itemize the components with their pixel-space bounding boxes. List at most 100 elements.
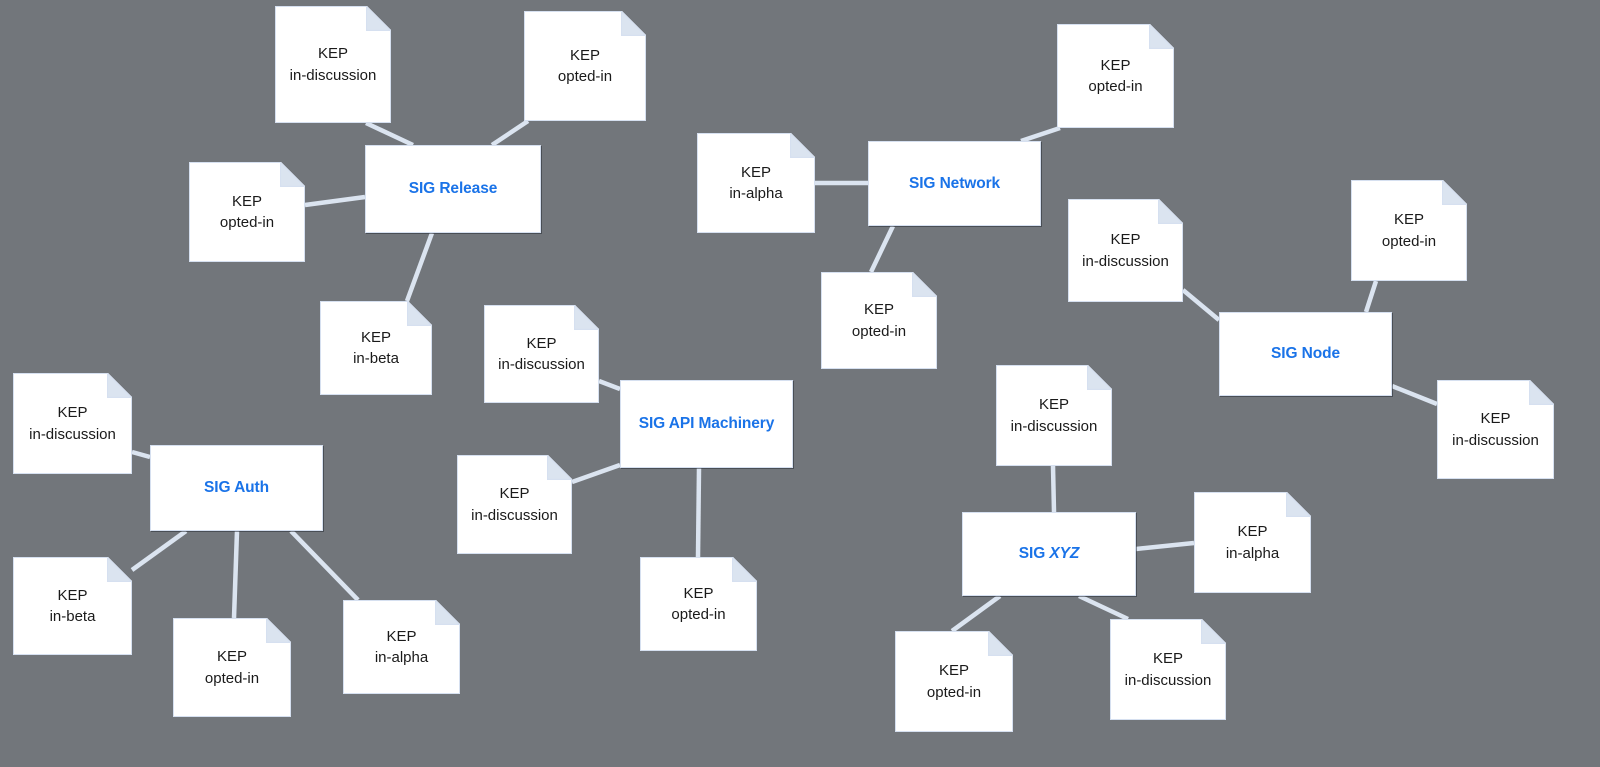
kep-document-node[interactable]: KEP opted-in [821, 272, 937, 369]
edge-sig-release-to-kep-r1 [365, 120, 414, 148]
kep-node-title: KEP [863, 301, 894, 319]
edge-sig-auth-to-kep-a2 [130, 529, 188, 572]
kep-node-status: in-discussion [29, 425, 116, 443]
kep-node-status: in-beta [49, 608, 96, 625]
kep-node-status: in-discussion [1082, 252, 1169, 270]
kep-document-node[interactable]: KEP in-discussion [1068, 199, 1183, 302]
kep-node-text: KEP opted-in [895, 631, 1013, 732]
sig-node-release[interactable]: SIG Release [365, 145, 541, 233]
kep-node-title: KEP [1038, 396, 1069, 414]
kep-node-status: opted-in [1381, 232, 1437, 250]
edge-sig-xyz-to-kep-x2 [1135, 540, 1195, 552]
edge-sig-api-machinery-to-kep-m2 [571, 462, 621, 485]
kep-node-title: KEP [57, 586, 88, 604]
edge-sig-node-to-kep-d1 [1181, 288, 1221, 322]
kep-node-text: KEP in-discussion [996, 365, 1112, 466]
kep-node-text: KEP in-discussion [1110, 619, 1226, 720]
kep-node-text: KEP opted-in [524, 11, 646, 121]
kep-node-title: KEP [526, 334, 557, 352]
edge-sig-release-to-kep-r4 [404, 232, 435, 302]
sig-node-node[interactable]: SIG Node [1219, 312, 1392, 396]
sig-node-label: SIG Release [408, 180, 498, 197]
kep-document-node[interactable]: KEP opted-in [189, 162, 305, 262]
kep-node-title: KEP [231, 192, 262, 210]
kep-node-text: KEP in-discussion [1437, 380, 1554, 479]
kep-node-text: KEP in-beta [320, 301, 432, 395]
kep-document-node[interactable]: KEP opted-in [640, 557, 757, 651]
edge-sig-xyz-to-kep-x4 [1078, 593, 1129, 622]
sig-node-label: SIG Network [908, 174, 1001, 192]
kep-node-text: KEP opted-in [1057, 24, 1174, 128]
kep-document-node[interactable]: KEP in-beta [13, 557, 132, 655]
edge-sig-node-to-kep-d3 [1391, 383, 1438, 407]
kep-document-node[interactable]: KEP in-discussion [1110, 619, 1226, 720]
kep-document-node[interactable]: KEP opted-in [1057, 24, 1174, 128]
kep-node-title: KEP [1110, 231, 1141, 249]
edge-sig-api-machinery-to-kep-m1 [598, 378, 621, 392]
kep-node-status: in-discussion [1452, 431, 1539, 449]
kep-node-title: KEP [740, 163, 771, 181]
kep-document-node[interactable]: KEP in-alpha [343, 600, 460, 694]
kep-node-text: KEP in-discussion [484, 305, 599, 403]
kep-node-text: KEP opted-in [173, 618, 291, 717]
kep-node-status: opted-in [671, 606, 726, 623]
kep-document-node[interactable]: KEP in-discussion [484, 305, 599, 403]
kep-document-node[interactable]: KEP in-discussion [996, 365, 1112, 466]
edge-sig-auth-to-kep-a3 [231, 530, 240, 619]
kep-document-node[interactable]: KEP opted-in [524, 11, 646, 121]
kep-node-status: in-alpha [374, 649, 429, 666]
kep-document-node[interactable]: KEP in-discussion [1437, 380, 1554, 479]
kep-node-text: KEP in-discussion [13, 373, 132, 474]
kep-node-text: KEP in-discussion [275, 6, 391, 123]
kep-node-text: KEP in-beta [13, 557, 132, 655]
edge-sig-release-to-kep-r3 [304, 194, 366, 208]
kep-node-title: KEP [1237, 523, 1268, 541]
diagram-canvas: SIG Release SIG Network SIG Node SIG Auth SI… [0, 0, 1600, 767]
kep-node-status: in-alpha [1225, 544, 1280, 562]
kep-node-text: KEP opted-in [640, 557, 757, 651]
kep-document-node[interactable]: KEP in-alpha [1194, 492, 1311, 593]
kep-node-title: KEP [317, 45, 348, 63]
kep-node-status: opted-in [219, 214, 275, 231]
kep-node-text: KEP in-alpha [343, 600, 460, 694]
kep-document-node[interactable]: KEP in-beta [320, 301, 432, 395]
kep-document-node[interactable]: KEP in-alpha [697, 133, 815, 233]
kep-node-status: opted-in [1088, 78, 1143, 95]
kep-document-node[interactable]: KEP in-discussion [13, 373, 132, 474]
kep-node-title: KEP [1480, 410, 1511, 428]
kep-node-status: in-discussion [498, 356, 585, 373]
sig-node-auth[interactable]: SIG Auth [150, 445, 323, 531]
kep-node-title: KEP [499, 485, 530, 503]
sig-node-network[interactable]: SIG Network [868, 141, 1041, 226]
kep-node-title: KEP [57, 404, 88, 422]
sig-node-label: SIG Auth [204, 479, 269, 496]
edge-sig-network-to-kep-n3 [868, 225, 896, 273]
kep-node-text: KEP opted-in [1351, 180, 1467, 281]
kep-node-text: KEP opted-in [189, 162, 305, 262]
kep-node-text: KEP in-discussion [1068, 199, 1183, 302]
sig-node-xyz[interactable]: SIG XYZ [962, 512, 1136, 596]
edge-sig-auth-to-kep-a1 [131, 449, 151, 460]
kep-document-node[interactable]: KEP opted-in [1351, 180, 1467, 281]
sig-node-label: SIG XYZ [1018, 545, 1080, 562]
kep-node-status: opted-in [557, 68, 613, 85]
kep-document-node[interactable]: KEP opted-in [895, 631, 1013, 732]
edge-sig-auth-to-kep-a4 [289, 529, 360, 602]
kep-node-status: in-discussion [1010, 417, 1098, 435]
kep-document-node[interactable]: KEP in-discussion [275, 6, 391, 123]
edge-sig-xyz-to-kep-x3 [950, 594, 1002, 633]
kep-node-title: KEP [1152, 650, 1183, 668]
kep-node-title: KEP [938, 662, 969, 680]
kep-node-title: KEP [360, 328, 391, 346]
sig-node-label: SIG Node [1271, 345, 1340, 362]
kep-node-status: opted-in [926, 683, 982, 701]
kep-node-status: in-alpha [729, 185, 783, 202]
edge-sig-xyz-to-kep-x1 [1050, 465, 1057, 513]
sig-node-api-machinery[interactable]: SIG API Machinery [620, 380, 793, 468]
edge-sig-network-to-kep-n2 [1020, 125, 1061, 144]
kep-node-title: KEP [386, 627, 417, 645]
kep-document-node[interactable]: KEP in-discussion [457, 455, 572, 554]
kep-node-title: KEP [1100, 56, 1131, 74]
kep-node-status: in-discussion [471, 506, 558, 524]
kep-document-node[interactable]: KEP opted-in [173, 618, 291, 717]
